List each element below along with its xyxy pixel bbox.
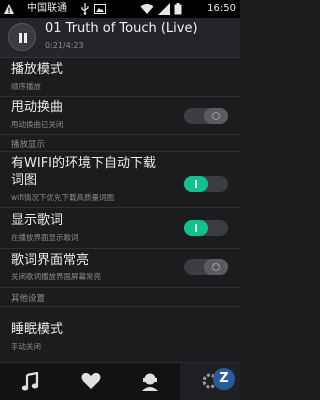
settings-list[interactable]: 播放模式 顺序播放 甩动换曲 甩动换曲已关闭 播放显示 有WIFI的环境下自动下… [0, 58, 240, 362]
setting-subtitle: 关闭歌词播放界面屏幕常亮 [11, 272, 101, 281]
setting-wifi-auto-download[interactable]: 有WIFI的环境下自动下载 词图 wifi情况下优先下载高质量词图 [0, 152, 240, 208]
toggle-knob [184, 176, 208, 192]
section-header-other: 其他设置 [11, 294, 46, 304]
toggle-knob [204, 259, 228, 275]
setting-subtitle: wifi情况下优先下载高质量词图 [11, 193, 114, 202]
setting-subtitle: 顺序播放 [11, 82, 41, 91]
setting-sleep-mode[interactable]: 睡眠模式 手动关闭 [0, 307, 240, 351]
wifi-icon [140, 4, 154, 14]
setting-play-mode[interactable]: 播放模式 顺序播放 [0, 58, 240, 97]
setting-title: 显示歌词 [11, 213, 64, 228]
setting-shake-to-change[interactable]: 甩动换曲 甩动换曲已关闭 [0, 97, 240, 135]
signal-icon [158, 3, 170, 15]
pause-icon [19, 33, 22, 43]
setting-subtitle: 在播放界面显示歌词 [11, 233, 79, 242]
track-time: 0:21/4:23 [45, 41, 84, 50]
setting-lyrics-screen-on[interactable]: 歌词界面常亮 关闭歌词播放界面屏幕常亮 [0, 249, 240, 288]
lyrics-screen-on-toggle[interactable] [184, 259, 228, 275]
setting-title-line2: 词图 [11, 173, 38, 188]
profile-icon [142, 373, 158, 391]
setting-subtitle: 手动关闭 [11, 342, 41, 351]
bottom-navigation [0, 362, 240, 400]
image-icon [94, 4, 106, 14]
setting-title: 有WIFI的环境下自动下载 [11, 156, 156, 171]
music-note-icon [21, 372, 39, 391]
heart-icon [81, 372, 101, 389]
carrier-name: 中国联通 [27, 3, 67, 14]
setting-subtitle: 甩动换曲已关闭 [11, 120, 64, 129]
watermark-logo: Z [210, 364, 238, 398]
section-header-display: 播放显示 [11, 140, 46, 150]
toggle-knob [204, 108, 228, 124]
usb-icon [81, 3, 89, 15]
shake-toggle[interactable] [184, 108, 228, 124]
battery-icon [174, 3, 182, 15]
status-bar: 中国联通 16:50 [0, 0, 240, 18]
pause-button[interactable] [8, 23, 36, 51]
setting-show-lyrics[interactable]: 显示歌词 在播放界面显示歌词 [0, 208, 240, 249]
track-title: 01 Truth of Touch (Live) [45, 21, 198, 36]
setting-title: 甩动换曲 [11, 100, 64, 115]
warning-icon [4, 4, 14, 14]
now-playing-bar[interactable]: 01 Truth of Touch (Live) 0:21/4:23 [0, 18, 240, 58]
tab-music[interactable] [0, 363, 60, 400]
setting-title: 播放模式 [11, 62, 64, 77]
setting-title: 睡眠模式 [11, 322, 64, 337]
wifi-download-toggle[interactable] [184, 176, 228, 192]
setting-title: 歌词界面常亮 [11, 253, 90, 268]
tab-profile[interactable] [120, 363, 180, 400]
toggle-knob [184, 220, 208, 236]
show-lyrics-toggle[interactable] [184, 220, 228, 236]
clock: 16:50 [207, 3, 236, 14]
tab-favorites[interactable] [60, 363, 120, 400]
